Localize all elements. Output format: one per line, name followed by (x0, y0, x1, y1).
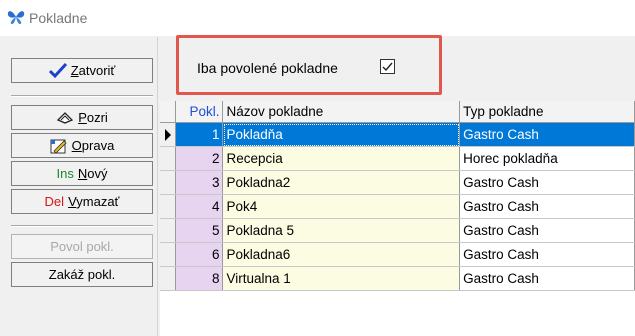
cell-name[interactable]: Pokladna 5 (222, 218, 461, 243)
table-row[interactable]: 6 Pokladna6 Gastro Cash (160, 242, 635, 267)
row-pointer-icon (160, 122, 177, 147)
cell-name[interactable]: Pok4 (222, 194, 461, 219)
cell-type[interactable]: Gastro Cash (459, 194, 635, 219)
table-row[interactable]: 3 Pokladna2 Gastro Cash (160, 170, 635, 195)
cell-id[interactable]: 3 (175, 170, 224, 195)
cell-name[interactable]: Pokladna6 (222, 242, 461, 267)
cell-type[interactable]: Gastro Cash (459, 170, 635, 195)
glasses-icon (56, 110, 74, 126)
cell-type[interactable]: Gastro Cash (459, 218, 635, 243)
indicator-header (160, 101, 177, 123)
disable-register-button[interactable]: Zakáž pokl. (11, 262, 153, 287)
filter-highlight: Iba povolené pokladne (176, 35, 442, 95)
cell-type[interactable]: Gastro Cash (459, 242, 635, 267)
cell-name[interactable]: Virtualna 1 (222, 266, 461, 291)
title-bar: Pokladne (0, 0, 635, 36)
checkmark-icon (382, 62, 393, 72)
cell-type[interactable]: Gastro Cash (459, 266, 635, 291)
delete-button[interactable]: Del Vymazať (11, 189, 153, 214)
pencil-icon (50, 138, 68, 154)
cell-id[interactable]: 2 (175, 146, 224, 171)
del-key-label: Del (44, 194, 65, 209)
checkmark-icon (48, 62, 67, 79)
table-row[interactable]: 1 Pokladňa Gastro Cash (160, 122, 635, 147)
cell-name[interactable]: Pokladňa (222, 122, 461, 147)
separator (11, 225, 153, 227)
view-button[interactable]: Pozri (11, 105, 153, 130)
table-row[interactable]: 4 Pok4 Gastro Cash (160, 194, 635, 219)
cell-name[interactable]: Pokladna2 (222, 170, 461, 195)
butterfly-icon (7, 11, 25, 24)
enabled-only-checkbox[interactable] (380, 59, 395, 74)
separator (11, 95, 153, 97)
close-button[interactable]: Zatvoriť (11, 58, 153, 83)
new-button[interactable]: Ins Nový (11, 161, 153, 186)
register-grid[interactable]: Pokl. Názov pokladne Typ pokladne 1 Pokl… (160, 101, 635, 336)
cell-id[interactable]: 4 (175, 194, 224, 219)
column-header-type[interactable]: Typ pokladne (459, 101, 635, 123)
action-panel: Zatvoriť Pozri Oprava Ins Nový Del Vymaz… (3, 37, 158, 336)
cell-type[interactable]: Horec pokladňa (459, 146, 635, 171)
ins-key-label: Ins (56, 166, 74, 181)
table-row[interactable]: 5 Pokladna 5 Gastro Cash (160, 218, 635, 243)
cell-type[interactable]: Gastro Cash (459, 122, 635, 147)
cell-id[interactable]: 5 (175, 218, 224, 243)
table-row[interactable]: 8 Virtualna 1 Gastro Cash (160, 266, 635, 291)
table-row[interactable]: 2 Recepcia Horec pokladňa (160, 146, 635, 171)
cell-id[interactable]: 8 (175, 266, 224, 291)
cell-id[interactable]: 1 (175, 122, 224, 147)
cell-name[interactable]: Recepcia (222, 146, 461, 171)
grid-header: Pokl. Názov pokladne Typ pokladne (160, 101, 635, 123)
cell-id[interactable]: 6 (175, 242, 224, 267)
column-header-id[interactable]: Pokl. (175, 101, 224, 123)
edit-button[interactable]: Oprava (11, 133, 153, 158)
window-title: Pokladne (29, 10, 88, 26)
enable-register-button[interactable]: Povol pokl. (11, 234, 153, 259)
column-header-name[interactable]: Názov pokladne (222, 101, 461, 123)
filter-label: Iba povolené pokladne (197, 60, 338, 76)
